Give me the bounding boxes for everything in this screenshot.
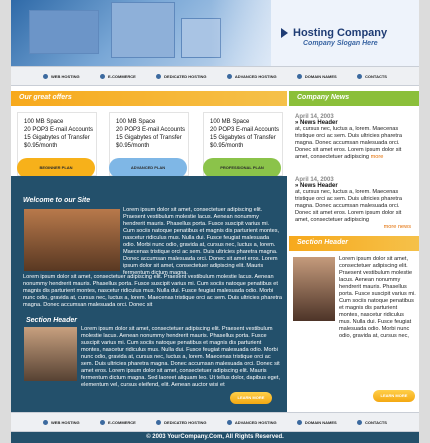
nav-dedicated-hosting[interactable]: dedicated hosting [156, 73, 207, 79]
side-section-title: Section Header [289, 236, 419, 251]
plan-price: $0.95/month [116, 143, 150, 149]
plan-price: $0.95/month [24, 143, 58, 149]
team-photo [24, 209, 120, 271]
news-item: April 14, 2003 » News Header at, cursus … [295, 114, 415, 161]
bullet-icon [296, 73, 302, 79]
bullet-icon [357, 73, 363, 79]
woman-portrait-photo [293, 257, 335, 321]
bullet-icon [156, 419, 162, 425]
welcome-text: Lorem ipsum dolor sit amet, consectetuer… [123, 207, 280, 276]
header: Hosting Company Company Slogan Here [11, 0, 419, 66]
more-news-link[interactable]: more news [384, 224, 411, 230]
nav-domain-names[interactable]: domain names [296, 73, 337, 79]
news-body: at, cursus nec, luctus a, lorem. Maecena… [295, 189, 402, 223]
plan-feature: 20 POP3 E-mail Accounts [210, 127, 280, 133]
bottom-nav: web hosting e-commerce dedicated hosting… [11, 412, 419, 432]
plan-feature: 15 Gigabytes of Transfer [210, 135, 276, 141]
page: Hosting Company Company Slogan Here web … [0, 0, 430, 443]
plan-card-advanced: 100 MB Space 20 POP3 E-mail Accounts 15 … [109, 112, 189, 178]
brand-title: Hosting Company [293, 27, 388, 39]
learn-more-button[interactable]: learn more [230, 392, 272, 404]
nav-web-hosting[interactable]: web hosting [43, 419, 80, 425]
advanced-plan-button[interactable]: advanced plan [109, 158, 187, 178]
nav-e-commerce[interactable]: e-commerce [100, 419, 136, 425]
nav-contacts[interactable]: contacts [357, 419, 387, 425]
bullet-icon [226, 419, 232, 425]
professional-plan-button[interactable]: professional plan [203, 158, 281, 178]
top-nav: web hosting e-commerce dedicated hosting… [11, 66, 419, 86]
plan-feature: 15 Gigabytes of Transfer [116, 135, 182, 141]
plan-feature: 100 MB Space [210, 119, 250, 125]
side-learn-more-button[interactable]: learn more [373, 390, 415, 402]
nav-domain-names[interactable]: domain names [296, 419, 337, 425]
news-title: Company News [289, 91, 419, 106]
welcome-text-continued: Lorem ipsum dolor sit amet, consectetuer… [23, 274, 282, 308]
nav-web-hosting[interactable]: web hosting [43, 73, 80, 79]
plan-price: $0.95/month [210, 143, 244, 149]
offers-title: Our great offers [11, 91, 287, 106]
nav-dedicated-hosting[interactable]: dedicated hosting [156, 419, 207, 425]
welcome-title: Welcome to our Site [23, 197, 91, 204]
bullet-icon [156, 73, 162, 79]
portrait-photo [24, 327, 77, 381]
brand-slogan: Company Slogan Here [303, 40, 378, 47]
bullet-icon [100, 73, 106, 79]
section-title: Section Header [26, 317, 77, 324]
nav-advanced-hosting[interactable]: advanced hosting [226, 419, 277, 425]
plan-feature: 100 MB Space [116, 119, 156, 125]
site-wrapper: Hosting Company Company Slogan Here web … [11, 0, 419, 443]
logo-icon [281, 28, 288, 38]
news-item: April 14, 2003 » News Header at, cursus … [295, 177, 415, 231]
side-text: Lorem ipsum dolor sit amet, consectetuer… [339, 256, 416, 339]
plan-card-professional: 100 MB Space 20 POP3 E-mail Accounts 15 … [203, 112, 283, 178]
welcome-section: Welcome to our Site Lorem ipsum dolor si… [11, 176, 287, 412]
side-section: Lorem ipsum dolor sit amet, consectetuer… [289, 251, 419, 412]
news-body: at, cursus nec, luctus a, lorem. Maecena… [295, 126, 402, 160]
header-building-graphic [29, 10, 99, 54]
bullet-icon [226, 73, 232, 79]
nav-contacts[interactable]: contacts [357, 73, 387, 79]
plan-feature: 100 MB Space [24, 119, 64, 125]
nav-advanced-hosting[interactable]: advanced hosting [226, 73, 277, 79]
header-building-graphic [111, 2, 175, 58]
more-link[interactable]: more [371, 154, 384, 160]
plan-feature: 20 POP3 E-mail Accounts [24, 127, 94, 133]
bullet-icon [357, 419, 363, 425]
bullet-icon [100, 419, 106, 425]
offers-section: 100 MB Space 20 POP3 E-mail Accounts 15 … [11, 106, 287, 178]
bullet-icon [296, 419, 302, 425]
nav-e-commerce[interactable]: e-commerce [100, 73, 136, 79]
plan-feature: 15 Gigabytes of Transfer [24, 135, 90, 141]
plan-feature: 20 POP3 E-mail Accounts [116, 127, 186, 133]
bullet-icon [43, 73, 48, 79]
news-section: April 14, 2003 » News Header at, cursus … [289, 106, 419, 236]
bullet-icon [43, 419, 48, 425]
footer-copyright: © 2003 YourCompany.Com, All Rights Reser… [11, 432, 419, 443]
plan-card-beginner: 100 MB Space 20 POP3 E-mail Accounts 15 … [17, 112, 97, 178]
beginner-plan-button[interactable]: beginner plan [17, 158, 95, 178]
section-text: Lorem ipsum dolor sit amet, consectetuer… [81, 326, 280, 388]
